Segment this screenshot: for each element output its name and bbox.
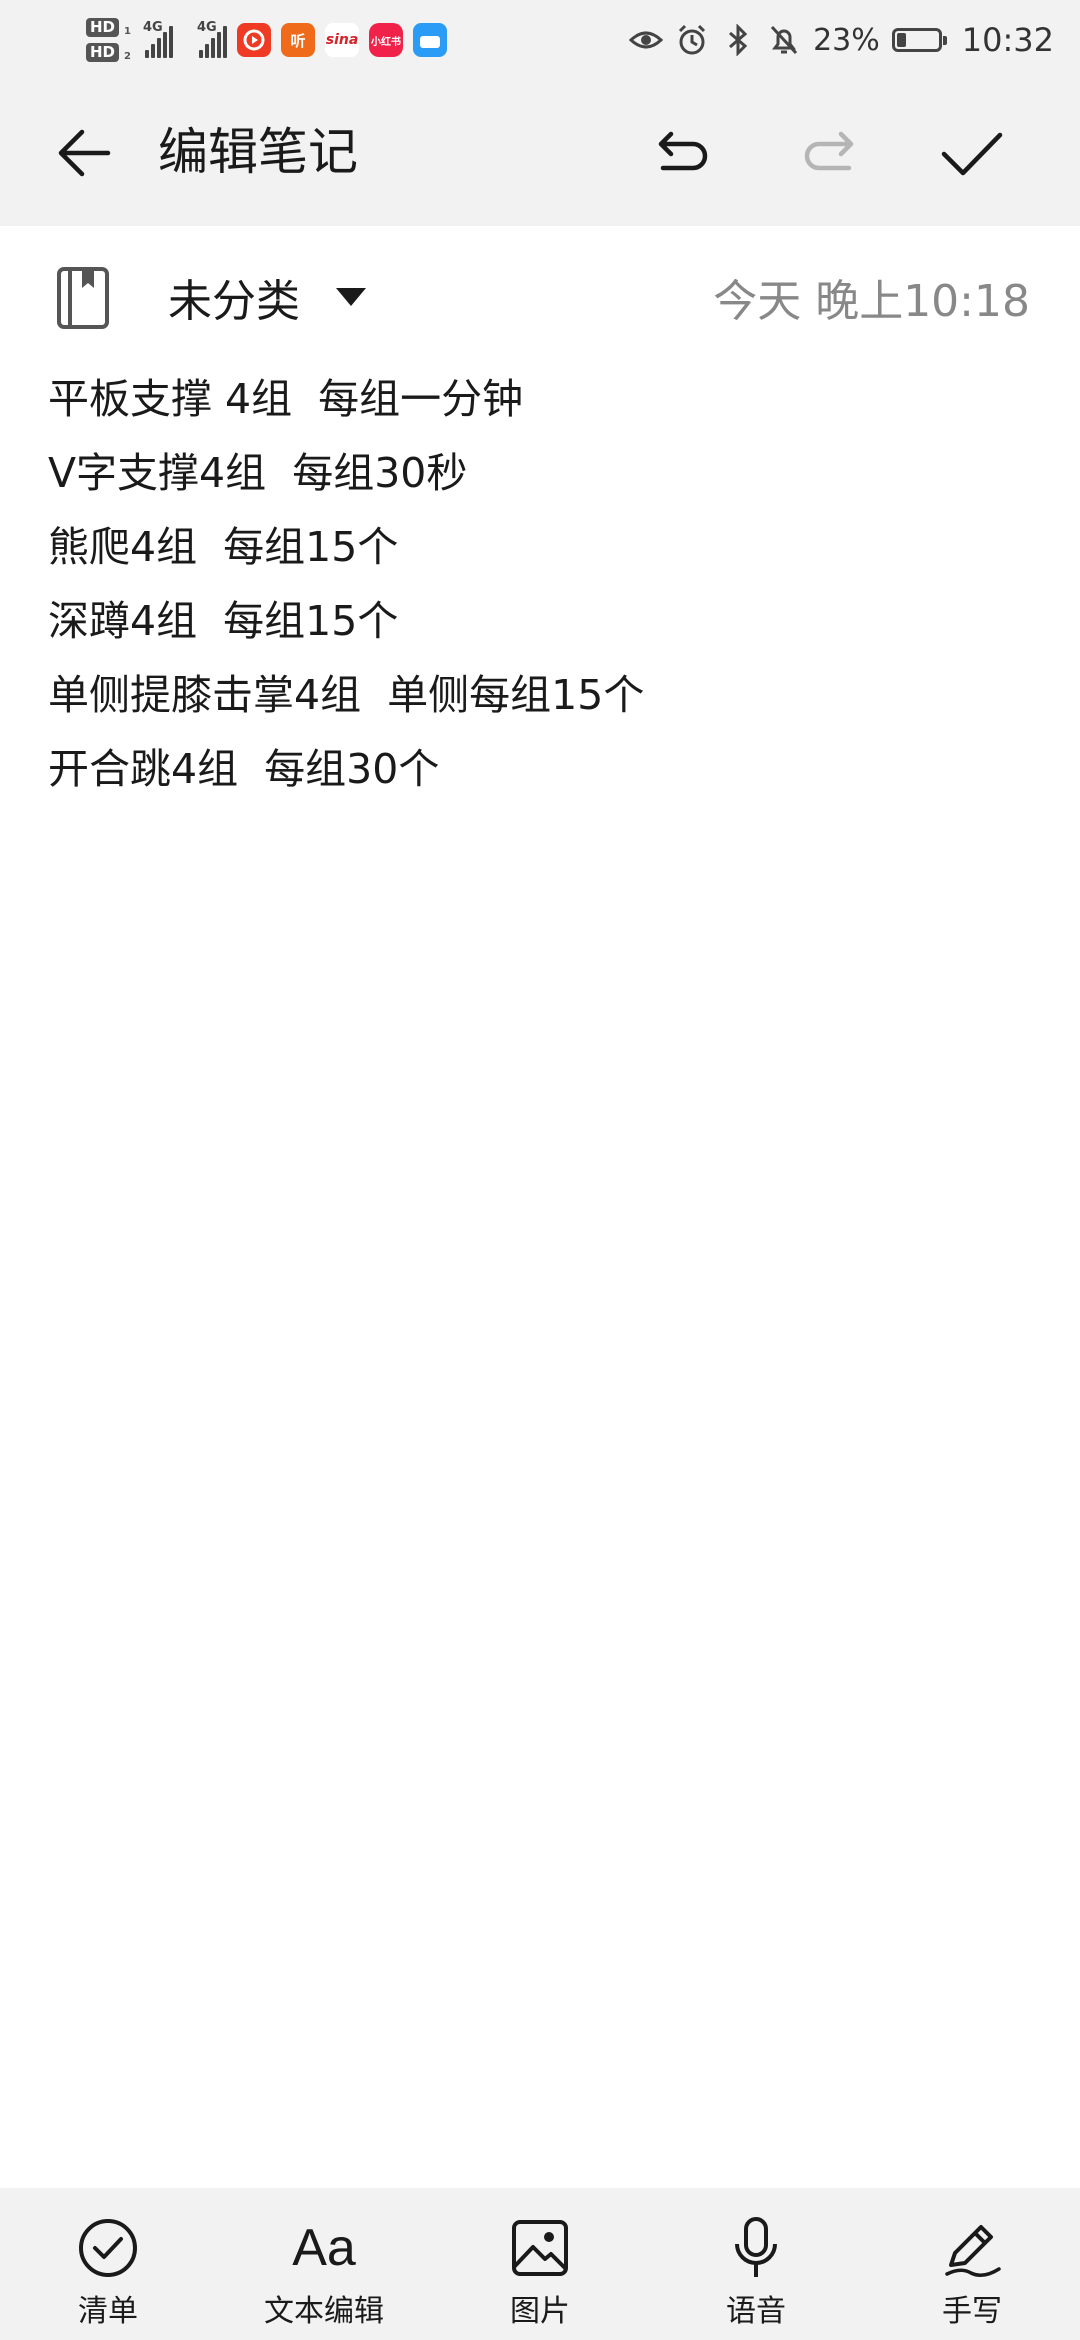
sina-app-icon: sina <box>325 23 360 57</box>
note-line[interactable]: 熊爬4组 每组15个 <box>48 510 1038 584</box>
note-timestamp: 今天 晚上10:18 <box>713 276 1030 327</box>
checklist-button[interactable]: 清单 <box>0 2188 216 2340</box>
signal-2-icon: 4G <box>197 20 228 58</box>
redo-icon <box>804 131 854 171</box>
undo-icon <box>658 131 708 171</box>
voice-label: 语音 <box>726 2294 786 2329</box>
alarm-icon <box>675 23 709 57</box>
voice-button[interactable]: 语音 <box>648 2188 864 2340</box>
battery-percent: 23% <box>813 22 880 58</box>
checkmark-icon <box>941 132 1003 176</box>
text-edit-button[interactable]: Aa 文本编辑 <box>216 2188 432 2340</box>
undo-button[interactable] <box>643 113 723 193</box>
checklist-icon <box>76 2216 140 2280</box>
category-selector[interactable]: 未分类 <box>168 272 300 332</box>
caret-down-icon[interactable] <box>336 288 366 306</box>
signal-1-icon: 4G <box>143 20 174 58</box>
microphone-icon <box>724 2216 788 2280</box>
sim-indicators: HD 1 HD 2 <box>86 18 131 62</box>
redo-button[interactable] <box>789 113 869 193</box>
back-button[interactable] <box>44 113 124 193</box>
status-bar: HD 1 HD 2 4G 4G 听 sina 小红书 23% 10:32 <box>0 0 1080 80</box>
bluetooth-icon <box>721 23 755 57</box>
text-format-icon: Aa <box>292 2219 356 2277</box>
handwrite-button[interactable]: 手写 <box>864 2188 1080 2340</box>
video-app-icon <box>237 23 272 57</box>
note-line[interactable]: 开合跳4组 每组30个 <box>48 732 1038 806</box>
hd1-badge: HD 1 <box>86 18 131 37</box>
note-line[interactable]: 深蹲4组 每组15个 <box>48 584 1038 658</box>
confirm-button[interactable] <box>932 113 1012 193</box>
image-icon <box>508 2216 572 2280</box>
bottom-toolbar: 清单 Aa 文本编辑 图片 语音 手写 <box>0 2188 1080 2340</box>
toolbar: 编辑笔记 <box>0 80 1080 226</box>
mute-bell-icon <box>767 23 801 57</box>
note-header: 未分类 今天 晚上10:18 <box>0 226 1080 366</box>
note-line[interactable]: V字支撑4组 每组30秒 <box>48 436 1038 510</box>
note-line[interactable]: 单侧提膝击掌4组 单侧每组15个 <box>48 658 1038 732</box>
clock: 10:32 <box>961 21 1054 59</box>
hd2-badge: HD 2 <box>86 43 131 62</box>
arrow-left-icon <box>58 129 111 177</box>
pen-icon <box>940 2216 1004 2280</box>
status-right: 23% 10:32 <box>629 12 1054 68</box>
text-edit-label: 文本编辑 <box>264 2294 384 2329</box>
image-button[interactable]: 图片 <box>432 2188 648 2340</box>
note-line[interactable]: 平板支撑 4组 每组一分钟 <box>48 362 1038 436</box>
battery-icon <box>891 28 947 52</box>
blue-app-icon <box>413 23 448 57</box>
notebook-icon[interactable] <box>56 266 110 330</box>
checklist-label: 清单 <box>78 2294 138 2329</box>
handwrite-label: 手写 <box>942 2294 1002 2329</box>
listen-app-icon: 听 <box>281 23 316 57</box>
note-editor[interactable]: 平板支撑 4组 每组一分钟 V字支撑4组 每组30秒 熊爬4组 每组15个 深蹲… <box>48 362 1038 806</box>
image-label: 图片 <box>510 2294 570 2329</box>
status-left: HD 1 HD 2 4G 4G 听 sina 小红书 <box>86 12 448 68</box>
eye-comfort-icon <box>629 23 664 57</box>
xiaohongshu-app-icon: 小红书 <box>369 23 404 57</box>
page-title: 编辑笔记 <box>158 123 358 181</box>
